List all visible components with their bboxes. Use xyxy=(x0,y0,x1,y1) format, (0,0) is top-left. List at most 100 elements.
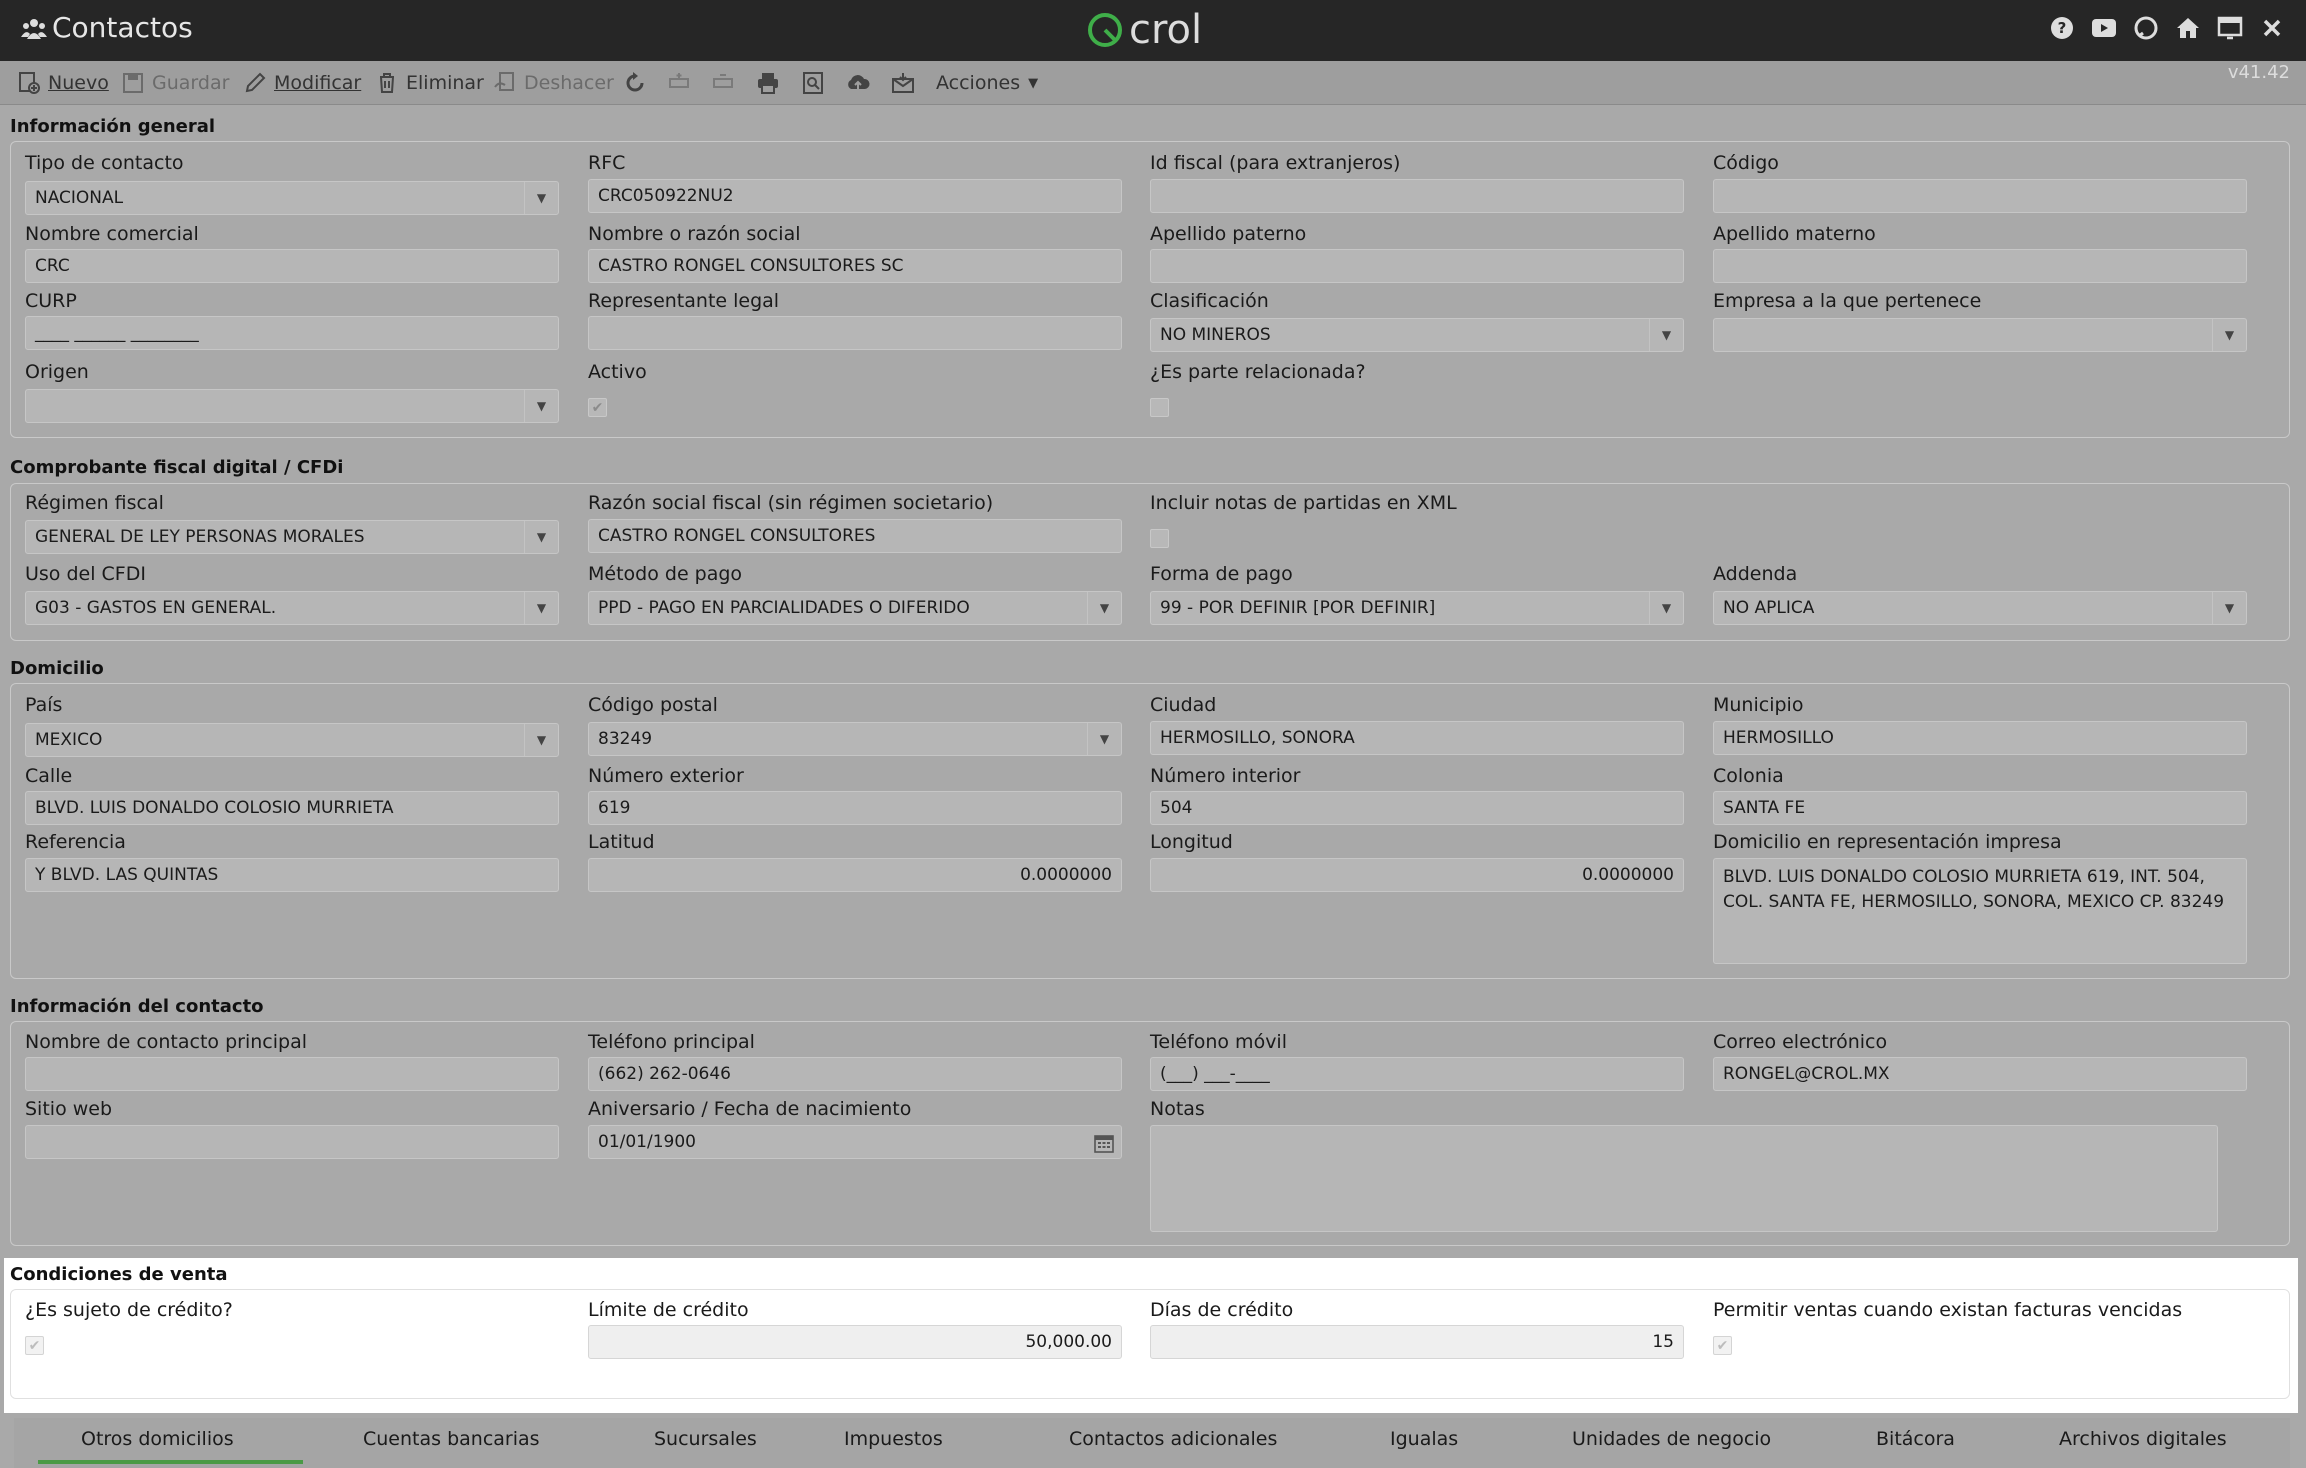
acciones-menu[interactable]: Acciones ▼ xyxy=(936,69,1038,97)
dias-credito-input[interactable]: 15 xyxy=(1150,1325,1684,1359)
section-informacion-contacto: Información del contacto xyxy=(10,996,264,1017)
origen-select[interactable]: ▼ xyxy=(25,389,559,423)
sitio-web-input[interactable] xyxy=(25,1125,559,1159)
codigo-postal-select[interactable]: 83249 ▼ xyxy=(588,722,1122,756)
dropdown-arrow-icon[interactable]: ▼ xyxy=(2212,319,2246,351)
municipio-input[interactable]: HERMOSILLO xyxy=(1713,721,2247,755)
dropdown-arrow-icon[interactable]: ▼ xyxy=(524,521,558,553)
clasificacion-select[interactable]: NO MINEROS ▼ xyxy=(1150,318,1684,352)
tab-archivos-digitales[interactable]: Archivos digitales xyxy=(2059,1428,2227,1450)
home-icon[interactable] xyxy=(2174,14,2202,42)
nombre-contacto-input[interactable] xyxy=(25,1057,559,1091)
undo-document-icon xyxy=(492,70,518,96)
forma-pago-select[interactable]: 99 - POR DEFINIR [POR DEFINIR] ▼ xyxy=(1150,591,1684,625)
correo-input[interactable]: RONGEL@CROL.MX xyxy=(1713,1057,2247,1091)
ciudad-input[interactable]: HERMOSILLO, SONORA xyxy=(1150,721,1684,755)
tab-otros-domicilios[interactable]: Otros domicilios xyxy=(81,1428,234,1450)
tab-contactos-adicionales[interactable]: Contactos adicionales xyxy=(1069,1428,1277,1450)
eliminar-button[interactable]: Eliminar xyxy=(374,69,484,97)
sitio-web-label: Sitio web xyxy=(25,1098,113,1120)
razon-social-label: Nombre o razón social xyxy=(588,223,801,245)
chat-icon[interactable] xyxy=(2132,14,2160,42)
refresh-button[interactable] xyxy=(622,69,654,97)
parte-relacionada-checkbox[interactable] xyxy=(1150,398,1169,417)
notas-textarea[interactable] xyxy=(1150,1125,2218,1232)
bottom-tabs: Otros domicilios Cuentas bancarias Sucur… xyxy=(14,1418,2290,1468)
calendar-icon[interactable] xyxy=(1091,1130,1117,1156)
tipo-contacto-select[interactable]: NACIONAL ▼ xyxy=(25,181,559,215)
remove-row-button[interactable] xyxy=(710,69,742,97)
tab-bitacora[interactable]: Bitácora xyxy=(1876,1428,1955,1450)
upload-button[interactable] xyxy=(845,69,877,97)
dropdown-arrow-icon[interactable]: ▼ xyxy=(524,592,558,624)
representante-legal-label: Representante legal xyxy=(588,290,780,312)
section-domicilio: Domicilio xyxy=(10,658,104,679)
dropdown-arrow-icon[interactable]: ▼ xyxy=(1649,592,1683,624)
dropdown-arrow-icon[interactable]: ▼ xyxy=(524,724,558,756)
tab-sucursales[interactable]: Sucursales xyxy=(654,1428,757,1450)
aniversario-date-input[interactable]: 01/01/1900 xyxy=(588,1125,1122,1159)
calle-input[interactable]: BLVD. LUIS DONALDO COLOSIO MURRIETA xyxy=(25,791,559,825)
dropdown-arrow-icon[interactable]: ▼ xyxy=(524,390,558,422)
deshacer-button[interactable]: Deshacer xyxy=(492,69,614,97)
colonia-input[interactable]: SANTA FE xyxy=(1713,791,2247,825)
id-fiscal-input[interactable] xyxy=(1150,179,1684,213)
longitud-input[interactable]: 0.0000000 xyxy=(1150,858,1684,892)
dropdown-arrow-icon[interactable]: ▼ xyxy=(524,182,558,214)
send-mail-button[interactable] xyxy=(890,69,922,97)
activo-checkbox[interactable]: ✔ xyxy=(588,398,607,417)
notas-xml-checkbox[interactable] xyxy=(1150,529,1169,548)
dropdown-arrow-icon[interactable]: ▼ xyxy=(1649,319,1683,351)
numero-interior-input[interactable]: 504 xyxy=(1150,791,1684,825)
apellido-paterno-input[interactable] xyxy=(1150,249,1684,283)
addenda-select[interactable]: NO APLICA ▼ xyxy=(1713,591,2247,625)
tab-impuestos[interactable]: Impuestos xyxy=(844,1428,943,1450)
razon-fiscal-input[interactable]: CASTRO RONGEL CONSULTORES xyxy=(588,519,1122,553)
regimen-fiscal-select[interactable]: GENERAL DE LEY PERSONAS MORALES ▼ xyxy=(25,520,559,554)
print-button[interactable] xyxy=(755,69,787,97)
limite-credito-input[interactable]: 50,000.00 xyxy=(588,1325,1122,1359)
dropdown-arrow-icon[interactable]: ▼ xyxy=(2212,592,2246,624)
telefono-movil-input[interactable]: (___) ___-____ xyxy=(1150,1057,1684,1091)
codigo-postal-label: Código postal xyxy=(588,694,718,716)
sujeto-credito-checkbox[interactable]: ✔ xyxy=(25,1336,44,1355)
apellido-materno-input[interactable] xyxy=(1713,249,2247,283)
tab-cuentas-bancarias[interactable]: Cuentas bancarias xyxy=(363,1428,540,1450)
domicilio-impreso-textarea[interactable]: BLVD. LUIS DONALDO COLOSIO MURRIETA 619,… xyxy=(1713,858,2247,964)
numero-exterior-input[interactable]: 619 xyxy=(588,791,1122,825)
latitud-input[interactable]: 0.0000000 xyxy=(588,858,1122,892)
razon-social-input[interactable]: CASTRO RONGEL CONSULTORES SC xyxy=(588,249,1122,283)
tab-igualas[interactable]: Igualas xyxy=(1390,1428,1458,1450)
print-preview-button[interactable] xyxy=(800,69,832,97)
representante-legal-input[interactable] xyxy=(588,316,1122,350)
ventas-vencidas-checkbox[interactable]: ✔ xyxy=(1713,1336,1732,1355)
add-row-button[interactable] xyxy=(666,69,698,97)
addenda-label: Addenda xyxy=(1713,563,1798,585)
pais-select[interactable]: MEXICO ▼ xyxy=(25,723,559,757)
video-icon[interactable] xyxy=(2090,14,2118,42)
nuevo-button[interactable]: Nuevo xyxy=(16,69,109,97)
codigo-input[interactable] xyxy=(1713,179,2247,213)
telefono-movil-label: Teléfono móvil xyxy=(1150,1031,1287,1053)
modificar-button[interactable]: Modificar xyxy=(242,69,361,97)
metodo-pago-select[interactable]: PPD - PAGO EN PARCIALIDADES O DIFERIDO ▼ xyxy=(588,591,1122,625)
guardar-button[interactable]: Guardar xyxy=(120,69,229,97)
empresa-select[interactable]: ▼ xyxy=(1713,318,2247,352)
telefono-principal-input[interactable]: (662) 262-0646 xyxy=(588,1057,1122,1091)
window-icon[interactable] xyxy=(2216,14,2244,42)
refresh-icon xyxy=(622,70,648,96)
help-icon[interactable]: ? xyxy=(2048,14,2076,42)
tab-unidades-negocio[interactable]: Unidades de negocio xyxy=(1572,1428,1771,1450)
uso-cfdi-select[interactable]: G03 - GASTOS EN GENERAL. ▼ xyxy=(25,591,559,625)
limite-credito-label: Límite de crédito xyxy=(588,1299,749,1321)
municipio-label: Municipio xyxy=(1713,694,1804,716)
referencia-input[interactable]: Y BLVD. LAS QUINTAS xyxy=(25,858,559,892)
logo-text: crol xyxy=(1129,7,1203,53)
close-icon[interactable] xyxy=(2258,14,2286,42)
dropdown-arrow-icon[interactable]: ▼ xyxy=(1087,723,1121,755)
nombre-comercial-input[interactable]: CRC xyxy=(25,249,559,283)
rfc-input[interactable]: CRC050922NU2 xyxy=(588,179,1122,213)
dropdown-arrow-icon[interactable]: ▼ xyxy=(1087,592,1121,624)
check-icon: ✔ xyxy=(1716,1337,1729,1354)
curp-input[interactable]: ____ ______ ________ xyxy=(25,316,559,350)
